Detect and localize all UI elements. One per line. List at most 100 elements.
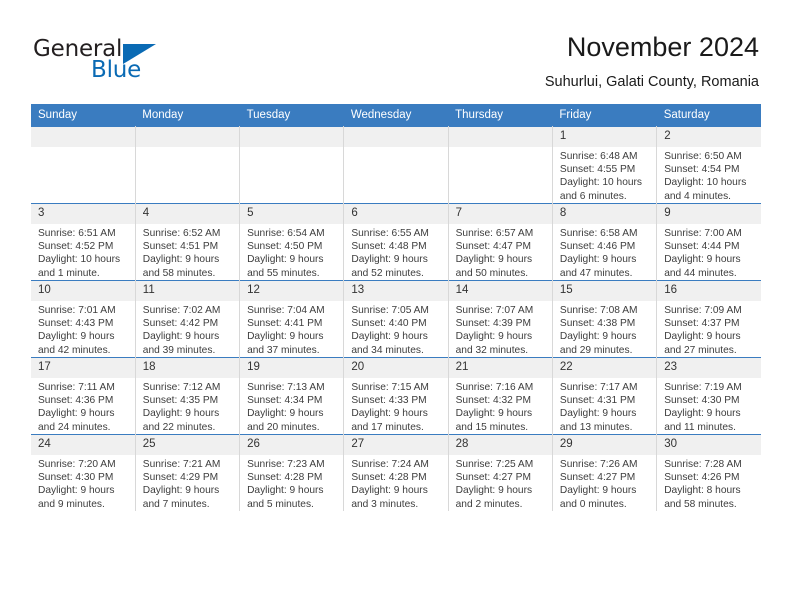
daylight-text-line2: and 52 minutes. — [351, 267, 424, 279]
calendar-day-cell[interactable]: 9 Sunrise: 7:00 AM Sunset: 4:44 PM Daylight… — [656, 203, 761, 281]
daylight-text-line1: Daylight: 9 hours — [38, 485, 115, 497]
sunset-text: Sunset: 4:46 PM — [559, 241, 636, 253]
calendar-body: 1 Sunrise: 6:48 AM Sunset: 4:55 PM Daylight… — [31, 126, 761, 511]
sunset-text: Sunset: 4:35 PM — [142, 395, 219, 407]
sunset-text: Sunset: 4:29 PM — [142, 472, 219, 484]
calendar-day-cell[interactable]: 4 Sunrise: 6:52 AM Sunset: 4:51 PM Daylight… — [135, 203, 241, 281]
calendar-week-row: 1 Sunrise: 6:48 AM Sunset: 4:55 PM Daylight… — [31, 126, 761, 204]
calendar-day-cell[interactable]: 25 Sunrise: 7:21 AM Sunset: 4:29 PM Dayligh… — [135, 434, 241, 511]
sunrise-text: Sunrise: 6:57 AM — [455, 228, 534, 239]
daylight-text-line2: and 17 minutes. — [351, 421, 424, 433]
daylight-text-line2: and 39 minutes. — [142, 344, 216, 356]
calendar-day-cell[interactable]: 8 Sunrise: 6:58 AM Sunset: 4:46 PM Daylight… — [552, 203, 658, 281]
sunrise-text: Sunrise: 7:24 AM — [351, 459, 429, 470]
day-details: Sunrise: 7:07 AM Sunset: 4:39 PM Daylight:… — [449, 301, 552, 357]
calendar-day-cell[interactable]: 11 Sunrise: 7:02 AM Sunset: 4:42 PM Dayligh… — [135, 280, 241, 358]
sunset-text: Sunset: 4:50 PM — [247, 241, 323, 253]
calendar-day-cell[interactable]: 17 Sunrise: 7:11 AM Sunset: 4:36 PM Dayligh… — [31, 357, 136, 435]
calendar-day-cell[interactable]: 10 Sunrise: 7:01 AM Sunset: 4:43 PM Dayligh… — [31, 280, 136, 358]
day-number: 17 — [31, 358, 135, 378]
weekday-header-thursday: Thursday — [448, 104, 553, 127]
day-details: Sunrise: 7:05 AM Sunset: 4:40 PM Daylight:… — [344, 301, 447, 357]
sunset-text: Sunset: 4:31 PM — [559, 395, 636, 407]
general-blue-logo[interactable]: General Blue — [33, 36, 223, 86]
daylight-text-line2: and 29 minutes. — [559, 344, 633, 356]
daylight-text-line1: Daylight: 9 hours — [455, 485, 533, 497]
calendar-day-cell[interactable]: 18 Sunrise: 7:12 AM Sunset: 4:35 PM Dayligh… — [135, 357, 241, 435]
day-details: Sunrise: 6:54 AM Sunset: 4:50 PM Daylight:… — [240, 224, 343, 280]
calendar-day-cell[interactable]: 3 Sunrise: 6:51 AM Sunset: 4:52 PM Daylight… — [31, 203, 136, 281]
calendar-day-cell[interactable]: 27 Sunrise: 7:24 AM Sunset: 4:28 PM Dayligh… — [343, 434, 449, 511]
sunrise-text: Sunrise: 7:09 AM — [664, 305, 742, 316]
daylight-text-line2: and 34 minutes. — [351, 344, 424, 356]
daylight-text-line1: Daylight: 9 hours — [247, 485, 324, 497]
daylight-text-line1: Daylight: 9 hours — [455, 408, 533, 420]
sunrise-text: Sunrise: 6:48 AM — [559, 151, 638, 162]
calendar-day-cell[interactable]: 14 Sunrise: 7:07 AM Sunset: 4:39 PM Dayligh… — [448, 280, 553, 358]
day-number: 2 — [657, 127, 761, 147]
sunset-text: Sunset: 4:36 PM — [38, 395, 114, 407]
day-number: 7 — [448, 204, 552, 224]
day-number: 4 — [135, 204, 240, 224]
calendar-day-cell[interactable]: 21 Sunrise: 7:16 AM Sunset: 4:32 PM Dayligh… — [448, 357, 553, 435]
daylight-text-line1: Daylight: 9 hours — [664, 254, 741, 266]
calendar-day-cell[interactable]: 29 Sunrise: 7:26 AM Sunset: 4:27 PM Dayligh… — [552, 434, 658, 511]
daylight-text-line2: and 32 minutes. — [455, 344, 529, 356]
sunrise-text: Sunrise: 7:12 AM — [142, 382, 221, 393]
sunset-text: Sunset: 4:39 PM — [455, 318, 531, 330]
sunset-text: Sunset: 4:47 PM — [455, 241, 531, 253]
sunrise-text: Sunrise: 6:54 AM — [247, 228, 325, 239]
calendar-day-cell-empty — [135, 126, 241, 204]
calendar-day-cell[interactable]: 16 Sunrise: 7:09 AM Sunset: 4:37 PM Dayligh… — [656, 280, 761, 358]
calendar-day-cell[interactable]: 5 Sunrise: 6:54 AM Sunset: 4:50 PM Daylight… — [239, 203, 345, 281]
day-details: Sunrise: 7:16 AM Sunset: 4:32 PM Daylight:… — [449, 378, 552, 434]
weekday-header-saturday: Saturday — [656, 104, 761, 127]
daylight-text-line1: Daylight: 9 hours — [455, 331, 533, 343]
sunset-text: Sunset: 4:30 PM — [664, 395, 740, 407]
daylight-text-line2: and 13 minutes. — [559, 421, 633, 433]
weekday-header-tuesday: Tuesday — [239, 104, 344, 127]
calendar-day-cell[interactable]: 20 Sunrise: 7:15 AM Sunset: 4:33 PM Dayligh… — [343, 357, 449, 435]
calendar-day-cell[interactable]: 2 Sunrise: 6:50 AM Sunset: 4:54 PM Daylight… — [656, 126, 761, 204]
sunrise-text: Sunrise: 7:19 AM — [664, 382, 742, 393]
sunrise-text: Sunrise: 7:13 AM — [247, 382, 325, 393]
daylight-text-line2: and 3 minutes. — [351, 498, 419, 510]
calendar-day-cell[interactable]: 26 Sunrise: 7:23 AM Sunset: 4:28 PM Dayligh… — [239, 434, 345, 511]
calendar-day-cell[interactable]: 12 Sunrise: 7:04 AM Sunset: 4:41 PM Dayligh… — [239, 280, 345, 358]
sunset-text: Sunset: 4:55 PM — [559, 164, 636, 176]
daylight-text-line1: Daylight: 9 hours — [559, 254, 637, 266]
daylight-text-line1: Daylight: 10 hours — [559, 177, 643, 189]
day-details: Sunrise: 7:15 AM Sunset: 4:33 PM Daylight:… — [344, 378, 447, 434]
daylight-text-line2: and 58 minutes. — [664, 498, 737, 510]
day-number: 21 — [448, 358, 552, 378]
sunrise-text: Sunrise: 7:17 AM — [559, 382, 638, 393]
weekday-header-sunday: Sunday — [31, 104, 136, 127]
sunset-text: Sunset: 4:44 PM — [664, 241, 740, 253]
day-number: 27 — [344, 435, 448, 455]
calendar-day-cell[interactable]: 13 Sunrise: 7:05 AM Sunset: 4:40 PM Dayligh… — [343, 280, 449, 358]
day-details: Sunrise: 6:51 AM Sunset: 4:52 PM Daylight:… — [31, 224, 135, 280]
calendar-day-cell[interactable]: 24 Sunrise: 7:20 AM Sunset: 4:30 PM Dayligh… — [31, 434, 136, 511]
sunset-text: Sunset: 4:30 PM — [38, 472, 114, 484]
calendar-week-row: 17 Sunrise: 7:11 AM Sunset: 4:36 PM Dayligh… — [31, 357, 761, 435]
sunrise-text: Sunrise: 7:26 AM — [559, 459, 638, 470]
calendar-day-cell[interactable]: 7 Sunrise: 6:57 AM Sunset: 4:47 PM Daylight… — [448, 203, 553, 281]
calendar-day-cell[interactable]: 6 Sunrise: 6:55 AM Sunset: 4:48 PM Daylight… — [343, 203, 449, 281]
sunset-text: Sunset: 4:52 PM — [38, 241, 114, 253]
daylight-text-line1: Daylight: 9 hours — [247, 408, 324, 420]
sunrise-text: Sunrise: 6:55 AM — [351, 228, 429, 239]
calendar-day-cell[interactable]: 19 Sunrise: 7:13 AM Sunset: 4:34 PM Dayligh… — [239, 357, 345, 435]
day-details: Sunrise: 7:08 AM Sunset: 4:38 PM Daylight:… — [553, 301, 656, 357]
calendar-day-cell[interactable]: 28 Sunrise: 7:25 AM Sunset: 4:27 PM Dayligh… — [448, 434, 553, 511]
calendar-day-cell[interactable]: 23 Sunrise: 7:19 AM Sunset: 4:30 PM Dayligh… — [656, 357, 761, 435]
daylight-text-line1: Daylight: 9 hours — [559, 485, 637, 497]
calendar-day-cell[interactable]: 15 Sunrise: 7:08 AM Sunset: 4:38 PM Dayligh… — [552, 280, 658, 358]
logo-text-blue: Blue — [91, 57, 142, 83]
calendar-day-cell[interactable]: 22 Sunrise: 7:17 AM Sunset: 4:31 PM Dayligh… — [552, 357, 658, 435]
day-number: 16 — [657, 281, 761, 301]
day-details: Sunrise: 6:52 AM Sunset: 4:51 PM Daylight:… — [136, 224, 239, 280]
day-number: 14 — [448, 281, 552, 301]
calendar-day-cell[interactable]: 30 Sunrise: 7:28 AM Sunset: 4:26 PM Dayligh… — [656, 434, 761, 511]
calendar-day-cell[interactable]: 1 Sunrise: 6:48 AM Sunset: 4:55 PM Daylight… — [552, 126, 658, 204]
daylight-text-line2: and 22 minutes. — [142, 421, 216, 433]
